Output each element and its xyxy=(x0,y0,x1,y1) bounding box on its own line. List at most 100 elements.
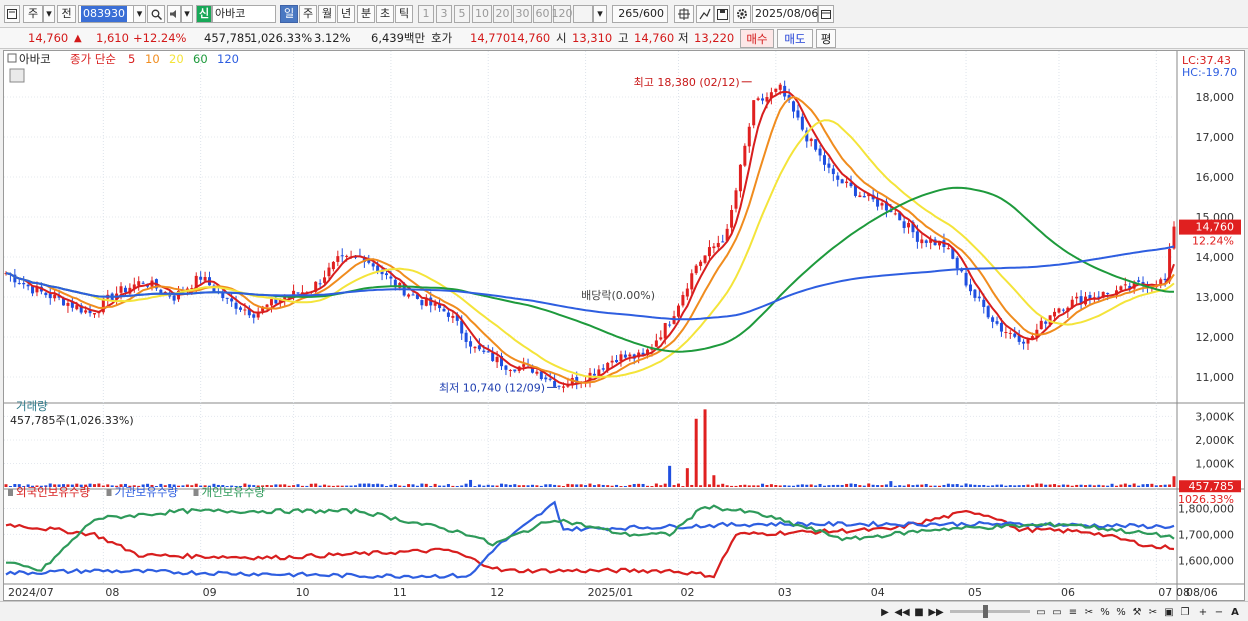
holdings-tick-label: 1,600,000 xyxy=(1178,554,1234,567)
volume-bar xyxy=(592,485,596,487)
x-axis-label: 08/06 xyxy=(1186,586,1218,599)
candle-body xyxy=(946,248,950,250)
candle-body xyxy=(721,241,725,243)
interval-custom-field[interactable] xyxy=(573,5,593,23)
tf-minute-button[interactable]: 분 xyxy=(357,5,375,23)
zoom-in-icon[interactable]: + xyxy=(1196,605,1210,619)
volume-bar xyxy=(792,485,796,487)
scissors-icon[interactable]: ✂ xyxy=(1082,605,1096,619)
layout-icon[interactable]: ▭ xyxy=(1034,605,1048,619)
evaluate-button[interactable]: 평 xyxy=(816,29,836,48)
interval-10-button[interactable]: 10 xyxy=(472,5,492,23)
interval-dropdown-icon[interactable]: ▾ xyxy=(593,5,607,23)
period-type-select[interactable]: 주 xyxy=(23,5,43,23)
speaker-icon[interactable] xyxy=(167,5,181,23)
interval-120-button[interactable]: 120 xyxy=(552,5,573,23)
candle-body xyxy=(827,163,831,168)
candle-body xyxy=(893,213,897,215)
tf-year-button[interactable]: 년 xyxy=(337,5,355,23)
interval-60-button[interactable]: 60 xyxy=(533,5,552,23)
interval-3-button[interactable]: 3 xyxy=(436,5,452,23)
tf-tick-button[interactable]: 틱 xyxy=(395,5,413,23)
percent-icon[interactable]: % xyxy=(1098,605,1112,619)
buy-button[interactable]: 매수 xyxy=(740,29,774,48)
image-icon[interactable]: ▣ xyxy=(1162,605,1176,619)
stock-code-input[interactable]: 083930 xyxy=(78,5,134,23)
count-field[interactable]: 265/600 xyxy=(612,5,668,23)
volume-bar xyxy=(942,484,946,487)
tools-icon[interactable]: ⚒ xyxy=(1130,605,1144,619)
chart-menu-icon[interactable] xyxy=(4,5,20,23)
stock-chart-svg[interactable]: 아바코 종가 단순 5 10 20 60 120 최고 18,380 (02/12) 최저 10… xyxy=(4,51,1244,600)
zoom-slider-track[interactable] xyxy=(950,610,1030,613)
tf-second-button[interactable]: 초 xyxy=(376,5,394,23)
interval-30-button[interactable]: 30 xyxy=(513,5,532,23)
price-panel[interactable]: 아바코 종가 단순 5 10 20 60 120 최고 18,380 (02/12) 최저 10… xyxy=(4,52,1176,394)
play-icon[interactable]: ▶ xyxy=(878,605,892,619)
code-dropdown-icon[interactable]: ▾ xyxy=(133,5,146,23)
candle-body xyxy=(159,289,163,293)
volume-panel[interactable]: 거래량457,785주(1,026.33%) xyxy=(4,399,1176,487)
legend-ma-60: 60 xyxy=(193,52,208,66)
volume-bar xyxy=(402,485,406,487)
scissors-alt-icon[interactable]: ✂ xyxy=(1146,605,1160,619)
line-tool-icon[interactable] xyxy=(696,5,714,23)
candle-body xyxy=(907,222,911,228)
candle-body xyxy=(756,98,760,101)
volume-bar xyxy=(610,485,614,487)
stock-name-field[interactable]: 아바코 xyxy=(212,5,276,23)
volume-bar xyxy=(1172,476,1176,487)
candle-body xyxy=(800,116,804,130)
candle-body xyxy=(172,295,176,301)
candle-body xyxy=(243,309,247,311)
volume-bar xyxy=(318,485,322,487)
volume-bar xyxy=(575,484,579,487)
scroll-bar[interactable]: ▶ ◀◀ ■ ▶▶ ▭ ▭ ≡ ✂ % % ⚒ ✂ ▣ ❐ + − A xyxy=(0,601,1248,621)
candle-body xyxy=(539,371,543,379)
tf-day-button[interactable]: 일 xyxy=(280,5,298,23)
volume-bar xyxy=(424,483,428,487)
zoom-slider-handle[interactable] xyxy=(983,605,988,618)
sell-button[interactable]: 매도 xyxy=(777,29,813,48)
window-icon[interactable]: ▭ xyxy=(1050,605,1064,619)
search-icon[interactable] xyxy=(147,5,165,23)
chart-area[interactable]: 아바코 종가 단순 5 10 20 60 120 최고 18,380 (02/12) 최저 10… xyxy=(3,50,1245,601)
interval-5-button[interactable]: 5 xyxy=(454,5,470,23)
volume-bar xyxy=(968,484,972,487)
crosshair-icon[interactable] xyxy=(674,5,694,23)
candle-body xyxy=(743,145,747,166)
calendar-icon[interactable] xyxy=(818,5,834,23)
legend-ma-5: 5 xyxy=(128,52,135,66)
volume-bar xyxy=(853,483,857,487)
copy-icon[interactable]: ❐ xyxy=(1178,605,1192,619)
candle-body xyxy=(1004,332,1008,334)
volume-bar xyxy=(902,485,906,487)
rewind-icon[interactable]: ◀◀ xyxy=(894,605,909,619)
save-icon[interactable] xyxy=(714,5,730,23)
price-change-pct: +12.24% xyxy=(133,31,187,45)
prev-button[interactable]: 전 xyxy=(57,5,76,23)
volume-bar xyxy=(530,484,534,487)
holdings-panel[interactable]: 외국인보유수량 기관보유수량 개인보유수량 xyxy=(5,485,1175,579)
candle-body xyxy=(491,352,495,361)
tf-week-button[interactable]: 주 xyxy=(299,5,317,23)
date-field[interactable]: 2025/08/06 xyxy=(752,5,818,23)
holdings-legend-2: 기관보유수량 xyxy=(115,485,179,499)
volume-bar xyxy=(557,485,561,487)
volume-bar xyxy=(358,483,362,487)
gear-icon[interactable] xyxy=(733,5,751,23)
stop-icon[interactable]: ■ xyxy=(912,605,926,619)
speaker-dropdown-icon[interactable]: ▾ xyxy=(181,5,193,23)
percent-alt-icon[interactable]: % xyxy=(1114,605,1128,619)
interval-20-button[interactable]: 20 xyxy=(493,5,512,23)
auto-scale-icon[interactable]: A xyxy=(1228,605,1242,619)
zoom-out-icon[interactable]: − xyxy=(1212,605,1226,619)
fastforward-icon[interactable]: ▶▶ xyxy=(928,605,943,619)
volume-bar xyxy=(734,485,738,487)
volume-bar xyxy=(287,485,291,487)
list-icon[interactable]: ≡ xyxy=(1066,605,1080,619)
candle-body xyxy=(822,155,826,165)
tf-month-button[interactable]: 월 xyxy=(318,5,336,23)
chevron-down-icon[interactable]: ▾ xyxy=(43,5,55,23)
interval-1-button[interactable]: 1 xyxy=(418,5,434,23)
